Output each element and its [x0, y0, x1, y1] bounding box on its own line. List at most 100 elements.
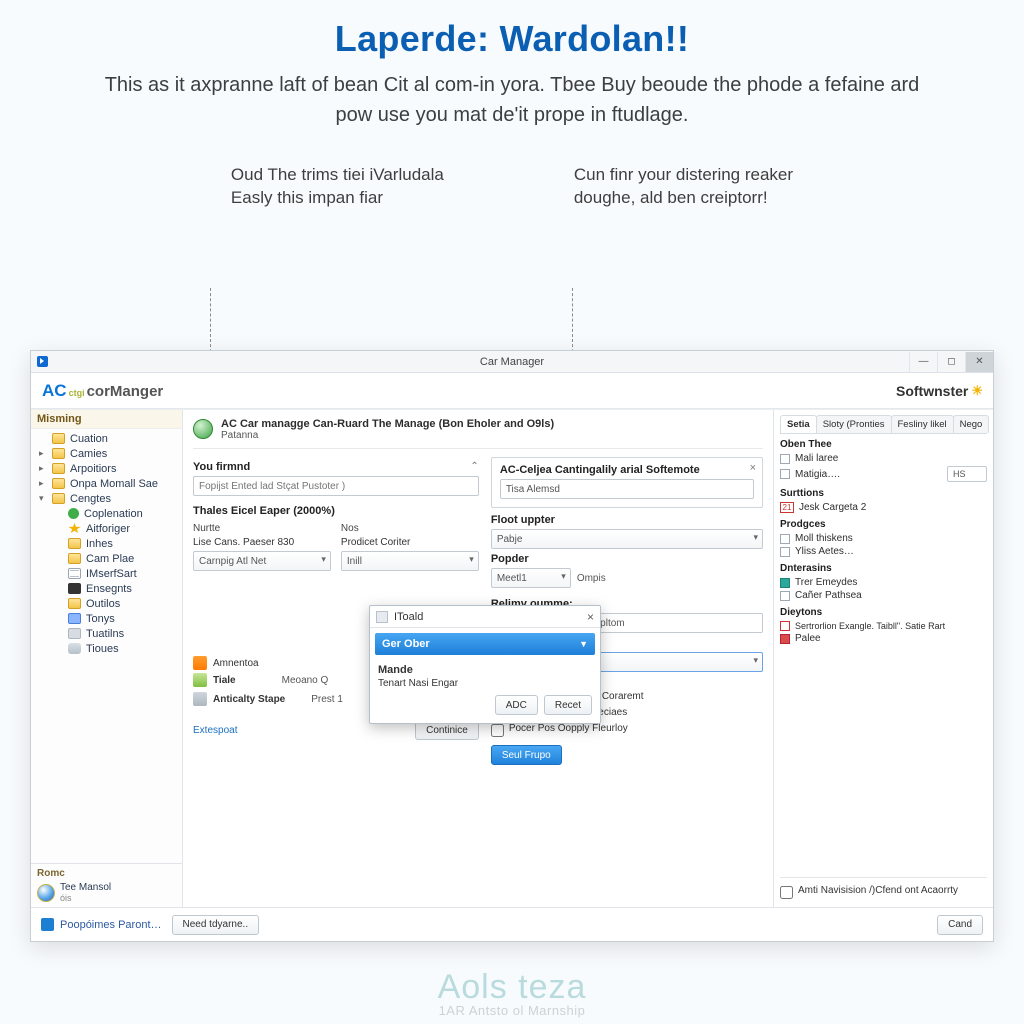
- opt-sertrorlion[interactable]: Sertrorlion Exangle. Taibll". Satie Rart: [780, 620, 987, 632]
- opt-matigia[interactable]: Matigia….: [780, 465, 987, 483]
- opt-palee[interactable]: Palee: [780, 632, 987, 645]
- wizard-title: AC Car managge Can-Ruard The Manage (Bon…: [221, 418, 554, 430]
- need-button[interactable]: Need tdyarne..: [172, 915, 260, 935]
- hero-body: This as it axpranne laft of bean Cit al …: [90, 70, 934, 130]
- opt-yliss[interactable]: Yliss Aetes…: [780, 545, 987, 558]
- main-panel: AC Car managge Can-Ruard The Manage (Bon…: [183, 410, 773, 907]
- group-prodgces: Prodgces: [780, 519, 987, 530]
- opt-mali-laree[interactable]: Mali laree: [780, 452, 987, 465]
- rss-icon: [193, 656, 207, 670]
- folder-icon: [52, 448, 65, 459]
- popup-titlebar: IToald ×: [370, 606, 600, 628]
- firmnd-input[interactable]: [193, 476, 479, 496]
- opt-caner[interactable]: Cañer Pathsea: [780, 589, 987, 602]
- sidebar-item[interactable]: IMserfSart: [31, 566, 182, 581]
- label-popder: Popder: [491, 553, 763, 565]
- save-button[interactable]: Seul Frupo: [491, 745, 562, 765]
- popup-title: IToald: [394, 611, 423, 623]
- popder-select[interactable]: Meetl1: [491, 568, 571, 588]
- page-icon: [68, 568, 81, 579]
- sidebar-item[interactable]: ▸Arpoitiors: [31, 461, 182, 476]
- extespoat-link[interactable]: Extespoat: [193, 725, 237, 736]
- inill-select[interactable]: Inill: [341, 551, 479, 571]
- folder-icon: [68, 553, 81, 564]
- card-title: AC-Celjea Cantingalily arial Softemote: [500, 464, 754, 476]
- popder-opt-label: Ompis: [577, 573, 606, 584]
- group-oben-thee: Oben Thee: [780, 439, 987, 450]
- info-icon: [41, 918, 54, 931]
- sidebar-item[interactable]: Cuation: [31, 431, 182, 446]
- cyl-icon: [68, 643, 81, 654]
- cancel-button[interactable]: Cand: [937, 915, 983, 935]
- popup-close-icon[interactable]: ×: [587, 610, 594, 624]
- compnig-select[interactable]: Carnpig Atl Net: [193, 551, 331, 571]
- card-sub-input[interactable]: [500, 479, 754, 499]
- popup-adc-button[interactable]: ADC: [495, 695, 538, 715]
- titlebar: Car Manager — ◻ ✕: [31, 351, 993, 373]
- group-dnterasins: Dnterasins: [780, 563, 987, 574]
- callout-right: Cun finr your distering reaker doughe, a…: [574, 164, 793, 210]
- app-window: Car Manager — ◻ ✕ AC ctgi corManger Soft…: [30, 350, 994, 942]
- folder-icon: [68, 598, 81, 609]
- sidebar-tree: Cuation▸Camies▸Arpoitiors▸Onpa Momall Sa…: [31, 429, 182, 863]
- star-icon: [68, 523, 81, 534]
- sun-icon: ☀: [971, 383, 983, 399]
- chk-amti-nav[interactable]: Amti Navisision /)Cfend ont Acaorrty: [780, 885, 987, 899]
- matigia-input[interactable]: [947, 466, 987, 482]
- hero-title: Laperde: Wardolan!!: [90, 18, 934, 60]
- sidebar-item[interactable]: Inhes: [31, 536, 182, 551]
- sidebar-item[interactable]: ▸Camies: [31, 446, 182, 461]
- collapse-icon[interactable]: ⌃: [470, 461, 478, 472]
- popup-section-sub: Tenart Nasi Engar: [378, 678, 592, 689]
- sidebar-item[interactable]: Outilos: [31, 596, 182, 611]
- sidebar-item[interactable]: Coplenation: [31, 506, 182, 521]
- vendor-logo: Softwnster☀: [896, 383, 983, 399]
- folder-icon: [52, 463, 65, 474]
- sidebar-item[interactable]: Tuatilns: [31, 626, 182, 641]
- label-col-name: Nurtte: [193, 523, 331, 534]
- app-logo: AC ctgi corManger: [42, 381, 163, 401]
- footer-left-link[interactable]: Poopóimes Paront…: [41, 918, 162, 931]
- popup-dropdown[interactable]: Ger Ober: [375, 633, 595, 655]
- right-panel-tabs: SetiaSloty (ProntiesFesliny likelNego: [780, 415, 987, 434]
- sidebar-item[interactable]: Ensegnts: [31, 581, 182, 596]
- group-surttions: Surttions: [780, 488, 987, 499]
- sidebar-lower-header: Romc: [37, 868, 176, 879]
- gray-icon: [68, 628, 81, 639]
- label-thales: Thales Eicel Eaper (2000%): [193, 505, 479, 517]
- close-icon[interactable]: ×: [750, 462, 756, 474]
- sidebar-header: Misming: [31, 410, 182, 429]
- floot-select[interactable]: Pabje: [491, 529, 763, 549]
- tab-nego[interactable]: Nego: [953, 415, 990, 433]
- chk-pocer[interactable]: Pocer Pos Oopply Fleurloy: [491, 723, 763, 737]
- tab-sloty-pronties[interactable]: Sloty (Pronties: [816, 415, 892, 433]
- opt-trer[interactable]: Trer Emeydes: [780, 576, 987, 589]
- opt-moll[interactable]: Moll thiskens: [780, 532, 987, 545]
- window-title: Car Manager: [31, 356, 993, 368]
- watermark: Aols teza 1AR Antsto ol Marnship: [0, 968, 1024, 1018]
- sidebar-lower-item[interactable]: Tee Mansol óis: [37, 882, 176, 903]
- brand-bar: AC ctgi corManger Softwnster☀: [31, 373, 993, 409]
- callout-left: Oud The trims tiei iVarludala Easly this…: [231, 164, 444, 210]
- sidebar-item[interactable]: Aitforiger: [31, 521, 182, 536]
- wizard-header: AC Car managge Can-Ruard The Manage (Bon…: [193, 418, 763, 449]
- sidebar-item[interactable]: Tonys: [31, 611, 182, 626]
- label-col-nos: Nos: [341, 523, 479, 534]
- value-col-name: Lise Cans. Paeser 830: [193, 537, 331, 548]
- sidebar-item[interactable]: Cam Plae: [31, 551, 182, 566]
- card-contingaily: × AC-Celjea Cantingalily arial Softemote: [491, 457, 763, 508]
- folder-icon: [68, 538, 81, 549]
- tab-setia[interactable]: Setia: [780, 415, 817, 433]
- blue-icon: [68, 613, 81, 624]
- group-dieytons: Dieytons: [780, 607, 987, 618]
- sidebar-item[interactable]: ▸Onpa Momall Sae: [31, 476, 182, 491]
- dark-icon: [68, 583, 81, 594]
- right-panel: SetiaSloty (ProntiesFesliny likelNego Ob…: [773, 410, 993, 907]
- sidebar-lower-panel: Romc Tee Mansol óis: [31, 863, 182, 907]
- tab-fesliny-likel[interactable]: Fesliny likel: [891, 415, 954, 433]
- popup-section-header: Mande: [378, 664, 592, 676]
- sidebar-item[interactable]: Tioues: [31, 641, 182, 656]
- opt-jesk[interactable]: 21Jesk Cargeta 2: [780, 501, 987, 514]
- sidebar-item[interactable]: ▾Cengtes: [31, 491, 182, 506]
- popup-reset-button[interactable]: Recet: [544, 695, 592, 715]
